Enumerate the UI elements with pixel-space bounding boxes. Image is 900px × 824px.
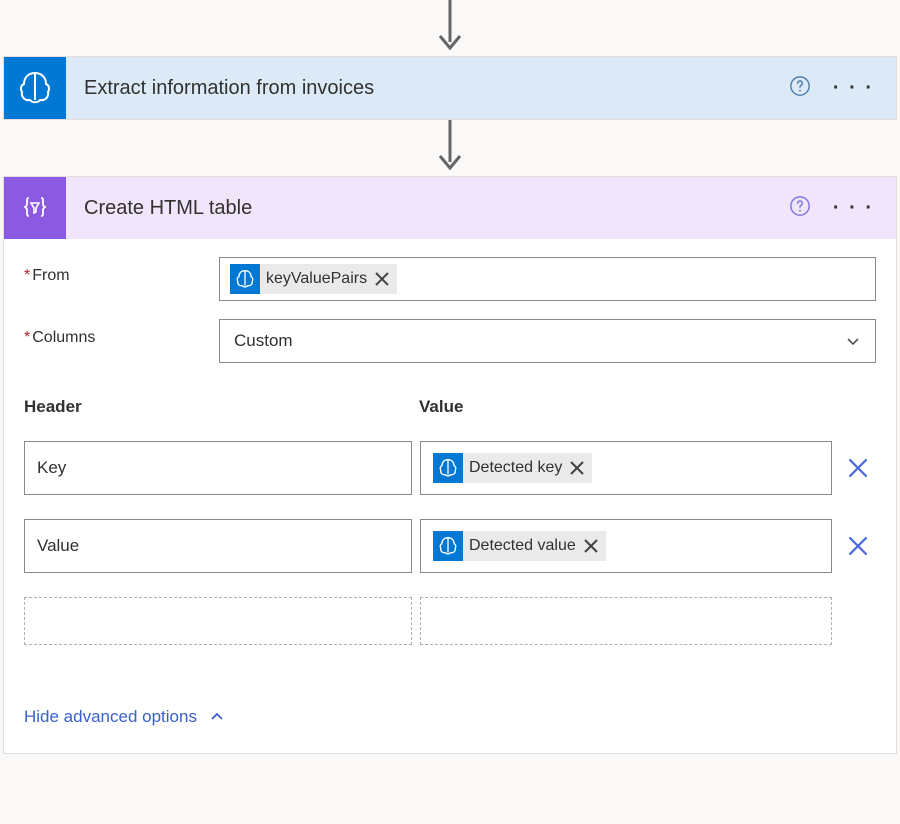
token-remove[interactable] [373,270,391,288]
more-button[interactable]: · · · [833,78,874,98]
chevron-up-icon [209,709,225,725]
value-input[interactable]: Detected value [420,519,832,573]
close-icon [847,457,869,479]
token-detected-key[interactable]: Detected key [433,453,592,483]
close-icon [568,459,586,477]
token-keyvaluepairs[interactable]: keyValuePairs [230,264,397,294]
token-label: Detected value [469,537,576,555]
help-icon [789,75,811,97]
delete-row-button[interactable] [840,441,876,495]
close-icon [582,537,600,555]
chevron-down-icon [845,333,861,349]
adv-link-label: Hide advanced options [24,707,197,727]
step-extract-invoices[interactable]: Extract information from invoices · · · [3,56,897,120]
token-detected-value[interactable]: Detected value [433,531,606,561]
table-row: Value Detected value [24,519,876,573]
brain-icon [230,264,260,294]
data-operations-icon [4,177,66,239]
step-create-html-table: Create HTML table · · · *From [3,176,897,754]
from-label: *From [24,257,219,285]
col-header-header: Header [24,397,419,417]
step-header[interactable]: Create HTML table · · · [4,177,896,239]
step-title: Extract information from invoices [66,77,789,100]
brain-icon [433,453,463,483]
close-icon [373,270,391,288]
col-header-value: Value [419,397,876,417]
header-input[interactable]: Key [24,441,412,495]
from-input[interactable]: keyValuePairs [219,257,876,301]
token-label: keyValuePairs [266,270,367,288]
from-row: *From keyValuePairs [24,257,876,301]
help-icon [789,195,811,217]
brain-icon [433,531,463,561]
arrow-down-icon [436,0,464,56]
columns-label: *Columns [24,319,219,347]
value-input[interactable] [420,597,832,645]
help-button[interactable] [789,75,811,101]
table-row-empty [24,597,876,645]
arrow-down-icon [436,120,464,176]
connector-arrow-mid [0,120,900,176]
brain-icon [17,70,53,106]
filter-braces-icon [21,194,49,222]
token-remove[interactable] [582,537,600,555]
table-row: Key Detected key [24,441,876,495]
help-button[interactable] [789,195,811,221]
ai-builder-icon [4,57,66,119]
columns-value: Custom [234,331,293,351]
header-input[interactable]: Value [24,519,412,573]
close-icon [847,535,869,557]
token-remove[interactable] [568,459,586,477]
more-button[interactable]: · · · [833,198,874,218]
delete-row-button[interactable] [840,519,876,573]
connector-arrow-top [0,0,900,56]
value-input[interactable]: Detected key [420,441,832,495]
header-input[interactable] [24,597,412,645]
columns-row: *Columns Custom [24,319,876,363]
token-label: Detected key [469,459,562,477]
hide-advanced-options-link[interactable]: Hide advanced options [24,707,876,727]
columns-table-header: Header Value [24,397,876,417]
columns-select[interactable]: Custom [219,319,876,363]
step-title: Create HTML table [66,197,789,220]
